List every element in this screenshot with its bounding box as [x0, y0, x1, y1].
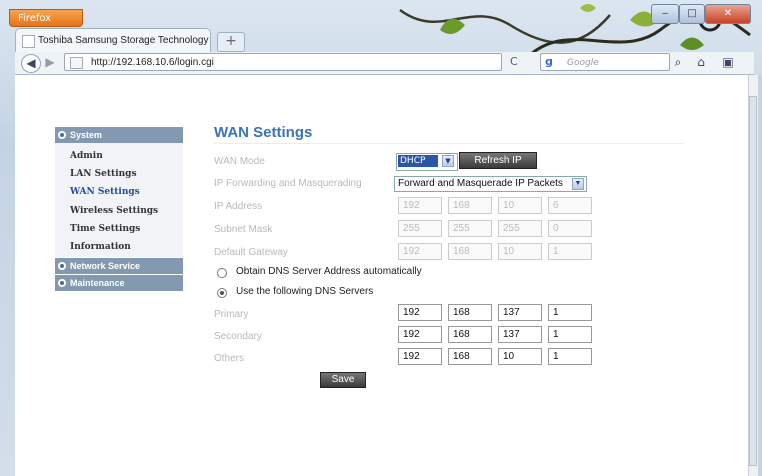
wan-mode-select[interactable]: DHCP ▼	[396, 153, 458, 171]
url-bar[interactable]: http://192.168.10.6/login.cgi	[64, 53, 502, 71]
primary-dns-label: Primary	[214, 309, 249, 320]
primary-dns-octet-4[interactable]: 1	[548, 304, 592, 321]
window-border	[758, 75, 762, 476]
others-dns-octet-2[interactable]: 168	[448, 348, 492, 365]
tab-title: Toshiba Samsung Storage Technology	[38, 35, 209, 46]
page-title: WAN Settings	[214, 124, 313, 141]
title-divider	[214, 143, 684, 144]
dns-manual-label: Use the following DNS Servers	[236, 286, 374, 297]
gateway-octet-4[interactable]: 1	[548, 243, 592, 260]
secondary-dns-octet-2[interactable]: 168	[448, 326, 492, 343]
page-favicon-icon	[22, 35, 35, 48]
search-input[interactable]: Google	[540, 53, 670, 71]
gateway-octet-2[interactable]: 168	[448, 243, 492, 260]
window-controls: ‒ □ ✕	[651, 4, 757, 24]
ip-forwarding-select[interactable]: Forward and Masquerade IP Packets ▼	[394, 176, 587, 192]
ip-address-octet-2[interactable]: 168	[448, 197, 492, 214]
ip-address-octet-4[interactable]: 6	[548, 197, 592, 214]
sidebar-item-wireless-settings[interactable]: Wireless Settings	[70, 206, 158, 216]
ip-address-label: IP Address	[214, 201, 263, 212]
new-tab-button[interactable]: +	[217, 32, 245, 52]
primary-dns-octet-2[interactable]: 168	[448, 304, 492, 321]
minimize-button[interactable]: ‒	[651, 4, 679, 24]
sidebar-section-label: Maintenance	[70, 278, 125, 288]
sidebar-item-information[interactable]: Information	[70, 242, 131, 252]
home-button[interactable]: ⌂	[693, 54, 709, 71]
sidebar-section-label: System	[70, 130, 103, 140]
subnet-mask-octet-2[interactable]: 255	[448, 220, 492, 237]
dns-auto-label: Obtain DNS Server Address automatically	[236, 266, 422, 277]
primary-dns-octet-1[interactable]: 192	[398, 304, 442, 321]
wan-mode-label: WAN Mode	[214, 156, 265, 167]
save-button[interactable]: Save	[320, 372, 366, 388]
primary-dns-octet-3[interactable]: 137	[498, 304, 542, 321]
back-button[interactable]: ◀	[21, 54, 41, 73]
ip-forwarding-label: IP Forwarding and Masquerading	[214, 178, 362, 189]
sidebar-section-network-service[interactable]: Network Service	[55, 258, 183, 274]
sidebar-item-time-settings[interactable]: Time Settings	[70, 224, 140, 234]
others-dns-label: Others	[214, 353, 245, 364]
subnet-mask-label: Subnet Mask	[214, 224, 273, 235]
ip-address-octet-3[interactable]: 10	[498, 197, 542, 214]
wan-mode-value: DHCP	[398, 155, 438, 167]
close-button[interactable]: ✕	[705, 4, 751, 24]
sidebar-item-wan-settings[interactable]: WAN Settings	[70, 187, 140, 197]
gateway-label: Default Gateway	[214, 247, 288, 258]
refresh-ip-button[interactable]: Refresh IP	[459, 152, 537, 169]
secondary-dns-octet-3[interactable]: 137	[498, 326, 542, 343]
secondary-dns-octet-4[interactable]: 1	[548, 326, 592, 343]
sidebar-item-admin[interactable]: Admin	[70, 151, 103, 161]
scrollbar-thumb[interactable]	[749, 96, 757, 466]
reload-button[interactable]: C	[510, 55, 518, 68]
addon-icon[interactable]: ▣	[719, 54, 737, 71]
secondary-dns-label: Secondary	[214, 331, 262, 342]
site-identity-icon[interactable]	[70, 57, 83, 69]
tab-active[interactable]: Toshiba Samsung Storage Technology	[15, 28, 211, 52]
section-bullet-icon	[58, 279, 66, 287]
subnet-mask-octet-1[interactable]: 255	[398, 220, 442, 237]
dns-auto-radio[interactable]	[217, 268, 227, 278]
subnet-mask-octet-3[interactable]: 255	[498, 220, 542, 237]
others-dns-octet-3[interactable]: 10	[498, 348, 542, 365]
chevron-down-icon: ▼	[442, 155, 454, 167]
gateway-octet-1[interactable]: 192	[398, 243, 442, 260]
subnet-mask-octet-4[interactable]: 0	[548, 220, 592, 237]
section-bullet-icon	[58, 131, 66, 139]
others-dns-octet-1[interactable]: 192	[398, 348, 442, 365]
others-dns-octet-4[interactable]: 1	[548, 348, 592, 365]
maximize-button[interactable]: □	[679, 4, 705, 24]
gateway-octet-3[interactable]: 10	[498, 243, 542, 260]
sidebar-section-system[interactable]: System	[55, 127, 183, 143]
sidebar-section-label: Network Service	[70, 261, 141, 271]
chevron-down-icon: ▼	[572, 178, 584, 190]
ip-forwarding-value: Forward and Masquerade IP Packets	[398, 178, 563, 189]
google-search-engine-icon[interactable]: g	[545, 55, 553, 68]
section-bullet-icon	[58, 262, 66, 270]
ip-address-octet-1[interactable]: 192	[398, 197, 442, 214]
dns-manual-radio[interactable]	[217, 288, 227, 298]
forward-button[interactable]: ▶	[43, 54, 57, 71]
sidebar-item-lan-settings[interactable]: LAN Settings	[70, 169, 137, 179]
sidebar-section-maintenance[interactable]: Maintenance	[55, 275, 183, 291]
firefox-menu-button[interactable]: Firefox	[9, 9, 83, 27]
search-go-icon[interactable]: ⌕	[671, 54, 685, 71]
secondary-dns-octet-1[interactable]: 192	[398, 326, 442, 343]
